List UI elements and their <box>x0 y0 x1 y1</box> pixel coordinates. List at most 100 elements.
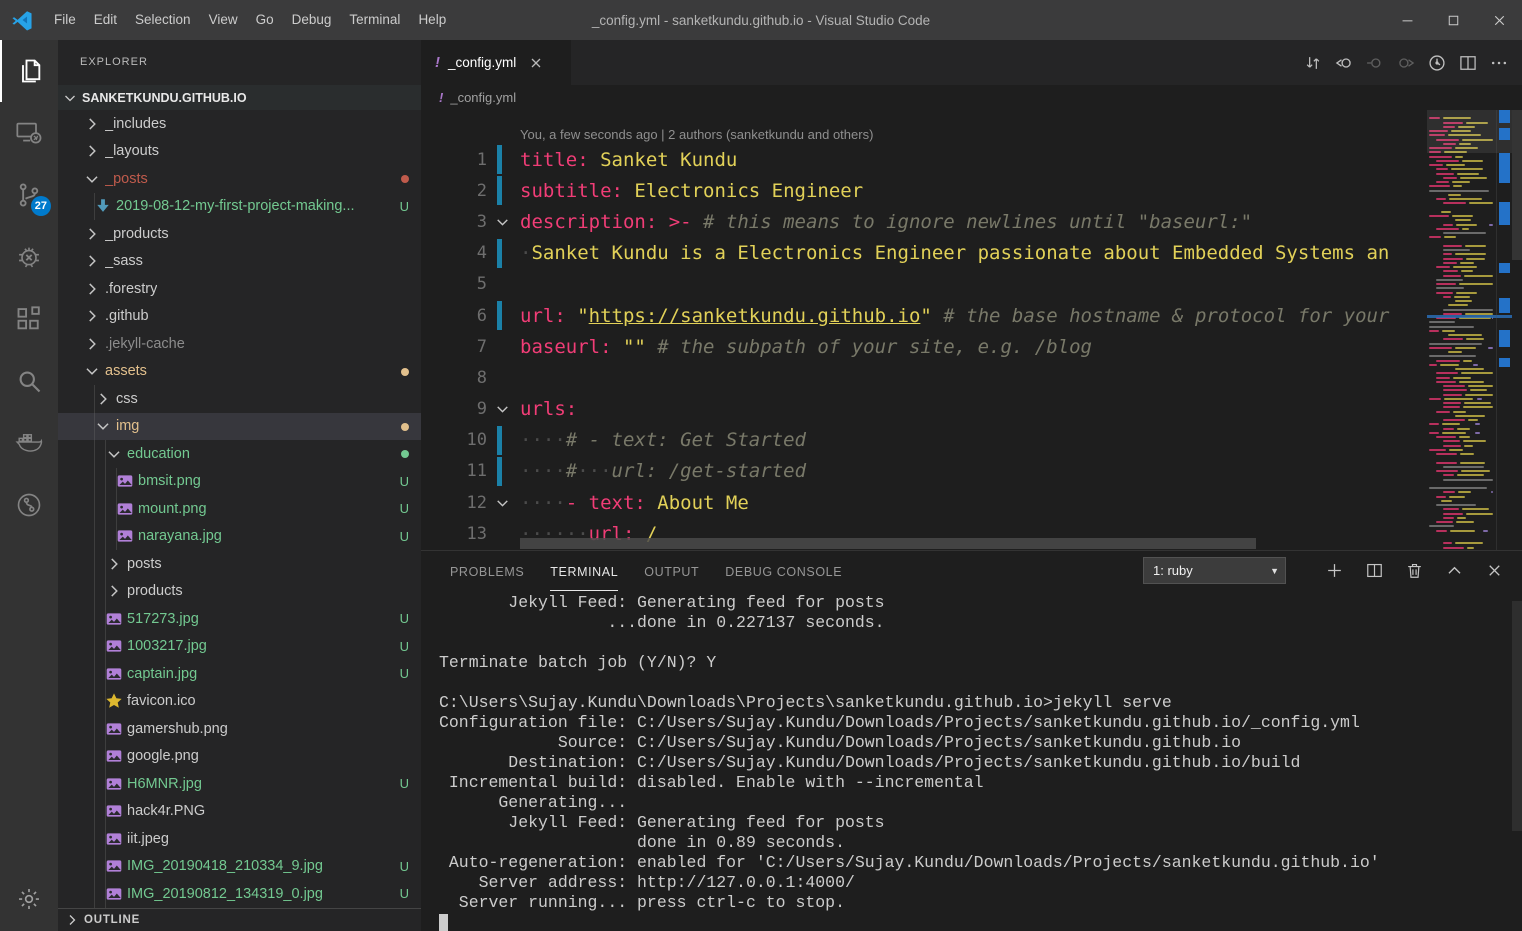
panel-tab-output[interactable]: OUTPUT <box>644 551 699 591</box>
activitybar-remote-explorer[interactable] <box>0 102 58 164</box>
terminal-view[interactable]: Jekyll Feed: Generating feed for posts .… <box>421 591 1522 931</box>
code-line-5[interactable]: 5 <box>421 269 1522 300</box>
tree-item-img-20190812-134319-0-jpg[interactable]: IMG_20190812_134319_0.jpgU <box>58 880 421 908</box>
split-editor-button[interactable] <box>1452 47 1483 78</box>
code-line-9[interactable]: 9urls: <box>421 394 1522 425</box>
compare-changes-button[interactable] <box>1297 47 1328 78</box>
code-line-1[interactable]: 1title: Sanket Kundu <box>421 144 1522 175</box>
tree-item-img-20190418-210334-9-jpg[interactable]: IMG_20190418_210334_9.jpgU <box>58 853 421 881</box>
horizontal-scrollbar[interactable] <box>520 538 1256 549</box>
manage-button[interactable] <box>0 873 58 925</box>
tree-item-img[interactable]: img <box>58 413 421 441</box>
tree-item-narayana-jpg[interactable]: narayana.jpgU <box>58 523 421 551</box>
line-number[interactable]: 6 <box>421 306 487 326</box>
maximize-button[interactable] <box>1430 0 1476 40</box>
code-line-7[interactable]: 7baseurl: "" # the subpath of your site,… <box>421 331 1522 362</box>
code-line-8[interactable]: 8 <box>421 362 1522 393</box>
tree-item-hack4r-png[interactable]: hack4r.PNG <box>58 798 421 826</box>
line-number[interactable]: 1 <box>421 150 487 170</box>
tree-item-posts[interactable]: posts <box>58 550 421 578</box>
outline-section-header[interactable]: OUTLINE <box>58 908 421 931</box>
line-number[interactable]: 11 <box>421 461 487 481</box>
tab-config-yml[interactable]: ! _config.yml <box>421 40 571 85</box>
tree-item--forestry[interactable]: .forestry <box>58 275 421 303</box>
history-button[interactable] <box>1421 47 1452 78</box>
workspace-root-header[interactable]: SANKETKUNDU.GITHUB.IO <box>58 85 421 110</box>
vertical-scrollbar[interactable] <box>1512 110 1522 260</box>
activitybar-gitlens[interactable] <box>0 474 58 536</box>
menu-selection[interactable]: Selection <box>126 0 200 40</box>
codelens-annotation[interactable]: You, a few seconds ago | 2 authors (sank… <box>421 110 1522 144</box>
activitybar-docker[interactable] <box>0 412 58 474</box>
kill-terminal-button[interactable] <box>1401 557 1428 584</box>
line-number[interactable]: 9 <box>421 399 487 419</box>
panel-tab-terminal[interactable]: TERMINAL <box>550 551 618 591</box>
navigate-back-button[interactable] <box>1328 47 1359 78</box>
tree-item-products[interactable]: products <box>58 578 421 606</box>
tree-item-517273-jpg[interactable]: 517273.jpgU <box>58 605 421 633</box>
tree-item-1003217-jpg[interactable]: 1003217.jpgU <box>58 633 421 661</box>
line-number[interactable]: 13 <box>421 524 487 544</box>
menu-file[interactable]: File <box>45 0 85 40</box>
close-button[interactable] <box>1476 0 1522 40</box>
new-terminal-button[interactable] <box>1321 557 1348 584</box>
fold-chevron-icon[interactable] <box>494 494 511 511</box>
tree-item--jekyll-cache[interactable]: .jekyll-cache <box>58 330 421 358</box>
more-actions-button[interactable] <box>1483 47 1514 78</box>
tree-item--includes[interactable]: _includes <box>58 110 421 138</box>
menu-go[interactable]: Go <box>247 0 283 40</box>
code-line-12[interactable]: 12····- text: About Me <box>421 487 1522 518</box>
code-line-3[interactable]: 3description: >- # this means to ignore … <box>421 206 1522 237</box>
fold-chevron-icon[interactable] <box>494 401 511 418</box>
terminal-scrollbar[interactable] <box>1512 601 1522 831</box>
code-line-11[interactable]: 11····#···url: /get-started <box>421 456 1522 487</box>
line-number[interactable]: 7 <box>421 337 487 357</box>
activitybar-explorer[interactable] <box>0 40 58 102</box>
activitybar-extensions[interactable] <box>0 288 58 350</box>
tab-close-icon[interactable] <box>528 55 544 71</box>
tree-item-gamershub-png[interactable]: gamershub.png <box>58 715 421 743</box>
menu-debug[interactable]: Debug <box>283 0 341 40</box>
activitybar-source-control[interactable]: 27 <box>0 164 58 226</box>
line-number[interactable]: 3 <box>421 212 487 232</box>
menu-help[interactable]: Help <box>409 0 455 40</box>
code-line-10[interactable]: 10····# - text: Get Started <box>421 425 1522 456</box>
tree-item--github[interactable]: .github <box>58 303 421 331</box>
code-line-6[interactable]: 6url: "https://sanketkundu.github.io" # … <box>421 300 1522 331</box>
close-panel-button[interactable] <box>1481 557 1508 584</box>
line-number[interactable]: 10 <box>421 430 487 450</box>
panel-tab-debug-console[interactable]: DEBUG CONSOLE <box>725 551 842 591</box>
fold-chevron-icon[interactable] <box>494 213 511 230</box>
line-number[interactable]: 12 <box>421 493 487 513</box>
tree-item-captain-jpg[interactable]: captain.jpgU <box>58 660 421 688</box>
panel-tab-problems[interactable]: PROBLEMS <box>450 551 524 591</box>
menu-terminal[interactable]: Terminal <box>340 0 409 40</box>
minimize-button[interactable] <box>1384 0 1430 40</box>
tree-item-iit-jpeg[interactable]: iit.jpeg <box>58 825 421 853</box>
tree-item--products[interactable]: _products <box>58 220 421 248</box>
tree-item-education[interactable]: education <box>58 440 421 468</box>
menu-view[interactable]: View <box>200 0 247 40</box>
line-number[interactable]: 8 <box>421 368 487 388</box>
maximize-panel-button[interactable] <box>1441 557 1468 584</box>
menu-edit[interactable]: Edit <box>85 0 126 40</box>
code-editor[interactable]: You, a few seconds ago | 2 authors (sank… <box>421 110 1522 550</box>
minimap[interactable] <box>1427 110 1522 550</box>
tree-item-bmsit-png[interactable]: bmsit.pngU <box>58 468 421 496</box>
tree-item--sass[interactable]: _sass <box>58 248 421 276</box>
tree-item--layouts[interactable]: _layouts <box>58 138 421 166</box>
line-number[interactable]: 5 <box>421 274 487 294</box>
tree-item-2019-08-12-my-first-project-making-[interactable]: 2019-08-12-my-first-project-making...U <box>58 193 421 221</box>
code-line-4[interactable]: 4·Sanket Kundu is a Electronics Engineer… <box>421 238 1522 269</box>
tree-item-css[interactable]: css <box>58 385 421 413</box>
navigate-forward-button[interactable] <box>1390 47 1421 78</box>
code-line-2[interactable]: 2subtitle: Electronics Engineer <box>421 175 1522 206</box>
line-number[interactable]: 2 <box>421 181 487 201</box>
tree-item-h6mnr-jpg[interactable]: H6MNR.jpgU <box>58 770 421 798</box>
terminal-selector-dropdown[interactable]: 1: ruby ▼ <box>1143 557 1286 584</box>
tree-item-favicon-ico[interactable]: favicon.ico <box>58 688 421 716</box>
tree-item-google-png[interactable]: google.png <box>58 743 421 771</box>
navigate-previous-button[interactable] <box>1359 47 1390 78</box>
tree-item-mount-png[interactable]: mount.pngU <box>58 495 421 523</box>
activitybar-search[interactable] <box>0 350 58 412</box>
